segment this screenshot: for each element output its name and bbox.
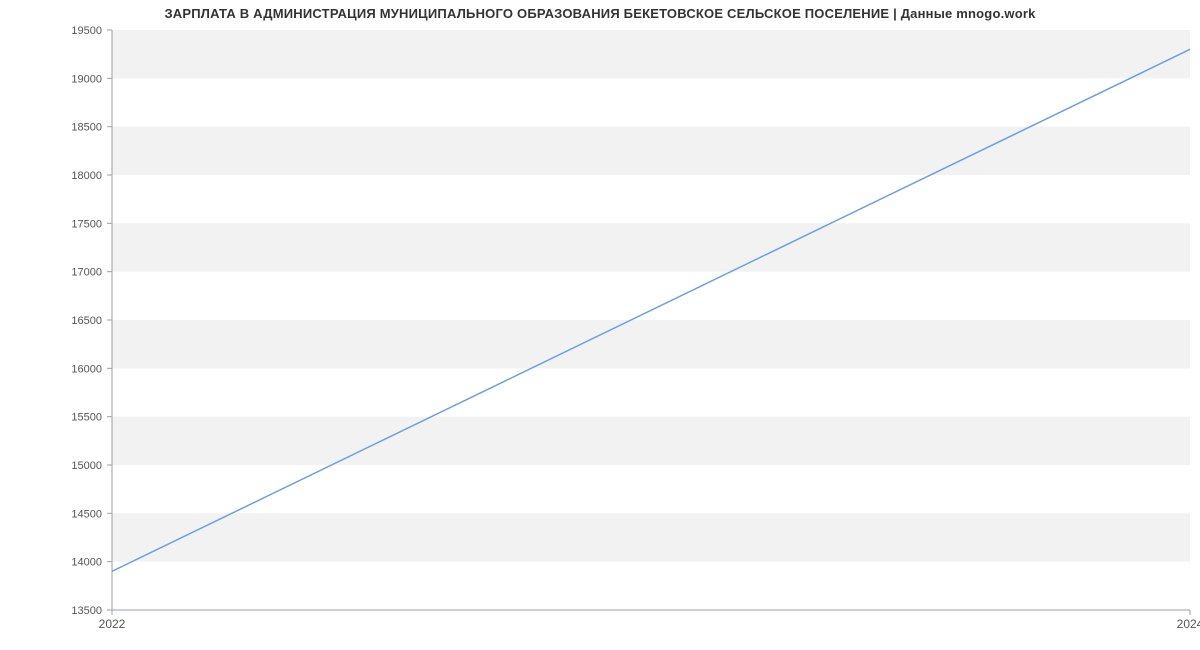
line-chart: 13500 14000 14500 15000 15500 16000 16500 17000… bbox=[0, 0, 1200, 650]
svg-text:17500: 17500 bbox=[71, 218, 102, 230]
svg-text:13500: 13500 bbox=[71, 605, 102, 617]
grid-band bbox=[112, 320, 1190, 368]
y-tick-label: 15500 bbox=[71, 412, 102, 424]
y-tick-label: 14000 bbox=[71, 557, 102, 569]
y-tick-label: 15000 bbox=[71, 460, 102, 472]
svg-text:17000: 17000 bbox=[71, 267, 102, 279]
svg-text:16000: 16000 bbox=[71, 363, 102, 375]
svg-text:15500: 15500 bbox=[71, 412, 102, 424]
y-tick-label: 14500 bbox=[71, 508, 102, 520]
svg-text:16500: 16500 bbox=[71, 315, 102, 327]
y-tick-label: 17000 bbox=[71, 267, 102, 279]
svg-text:18000: 18000 bbox=[71, 170, 102, 182]
svg-text:15000: 15000 bbox=[71, 460, 102, 472]
svg-text:18500: 18500 bbox=[71, 122, 102, 134]
svg-text:14000: 14000 bbox=[71, 557, 102, 569]
y-tick-label: 16500 bbox=[71, 315, 102, 327]
y-tick-label: 13500 bbox=[71, 605, 102, 617]
grid-band bbox=[112, 417, 1190, 465]
svg-text:19500: 19500 bbox=[71, 25, 102, 37]
y-tick-label: 19000 bbox=[71, 73, 102, 85]
grid-band bbox=[112, 223, 1190, 271]
y-tick-label: 16000 bbox=[71, 363, 102, 375]
grid-band bbox=[112, 513, 1190, 561]
x-tick-label: 2024 bbox=[1177, 617, 1200, 631]
svg-text:2024: 2024 bbox=[1177, 617, 1200, 631]
chart-container: ЗАРПЛАТА В АДМИНИСТРАЦИЯ МУНИЦИПАЛЬНОГО … bbox=[0, 0, 1200, 650]
y-tick-label: 18500 bbox=[71, 122, 102, 134]
svg-text:14500: 14500 bbox=[71, 508, 102, 520]
chart-title: ЗАРПЛАТА В АДМИНИСТРАЦИЯ МУНИЦИПАЛЬНОГО … bbox=[0, 6, 1200, 21]
y-tick-label: 19500 bbox=[71, 25, 102, 37]
grid-band bbox=[112, 127, 1190, 175]
y-tick-label: 18000 bbox=[71, 170, 102, 182]
y-tick-label: 17500 bbox=[71, 218, 102, 230]
svg-text:2022: 2022 bbox=[99, 617, 126, 631]
x-tick-label: 2022 bbox=[99, 617, 126, 631]
svg-text:19000: 19000 bbox=[71, 73, 102, 85]
grid-band bbox=[112, 30, 1190, 78]
